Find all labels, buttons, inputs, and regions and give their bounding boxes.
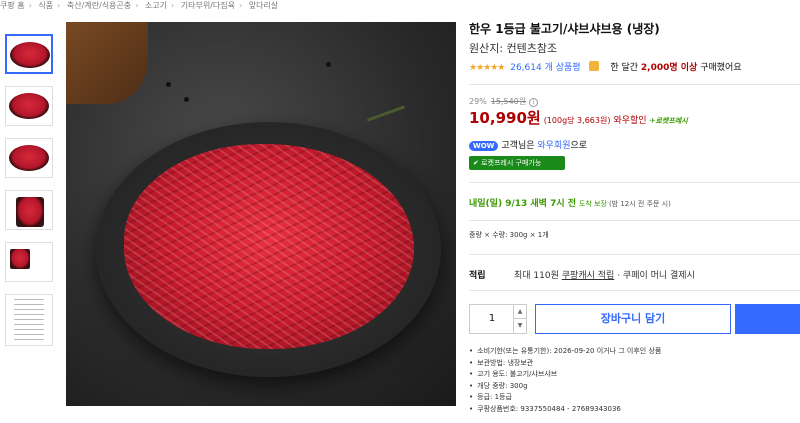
wow-text-prefix: 고객님은 [501, 141, 535, 151]
wow-text-suffix: 으로 [570, 141, 588, 151]
thumbnail-6[interactable] [5, 294, 53, 346]
delivery-date: 내일(일) 9/13 새벽 7시 전 [469, 199, 577, 209]
thumbnail-image [16, 197, 44, 227]
rating-row: ★★★★★ 26,614 개 상품평 한 달간 2,000명 이상 구매했어요 [469, 60, 742, 73]
divider [469, 220, 800, 221]
reward-prefix: 최대 110원 [514, 271, 559, 281]
delivery-info: 내일(일) 9/13 새벽 7시 전 도착 보장 (밤 12시 전 주문 시) [469, 196, 671, 209]
bought-count: 2,000명 이상 [640, 63, 698, 73]
breadcrumb-separator: › [57, 1, 61, 10]
review-count-link[interactable]: 26,614 개 상품평 [510, 63, 580, 73]
thumbnail-image [9, 145, 49, 171]
delivery-guarantee: 도착 보장 [578, 200, 607, 208]
shopping-bag-icon [589, 61, 600, 71]
divider [469, 290, 800, 291]
delivery-note: (밤 12시 전 주문 시) [608, 200, 671, 208]
breadcrumb-item[interactable]: 앞다리살 [249, 1, 278, 10]
wooden-bowl-decoration [66, 22, 148, 104]
detail-item: 소비기한(또는 유통기한): 2026-09-20 이거나 그 이후인 상품 [469, 346, 661, 358]
reward-info: 최대 110원 쿠팡캐시 적립 · 쿠페이 머니 결제시 [514, 268, 695, 281]
breadcrumb: 쿠팡 홈 › 식품 › 축산/계란/식용곤충 › 소고기 › 기타부위/다짐육 › 앞다리… [0, 0, 460, 12]
detail-item: 개당 중량: 300g [469, 381, 661, 393]
add-to-cart-button[interactable]: 장바구니 담기 [535, 304, 731, 334]
peppercorn-decoration [166, 82, 171, 87]
breadcrumb-separator: › [238, 1, 243, 10]
bought-prefix: 한 달간 [610, 63, 639, 73]
rating-stars: ★★★★★ [469, 63, 505, 73]
divider [469, 182, 800, 183]
thumbnail-image [10, 249, 30, 269]
price-row: 10,990원 (100g당 3,663원) 와우할인 ✈로켓프레시 [469, 107, 688, 128]
detail-item: 등급: 1등급 [469, 392, 661, 404]
quantity-buttons: ▲ ▼ [513, 305, 526, 333]
bought-suffix: 구매했어요 [700, 63, 742, 73]
purchase-count-text: 한 달간 2,000명 이상 구매했어요 [610, 63, 741, 73]
wow-membership-row: WOW 고객님은 와우회원으로 [469, 138, 587, 151]
final-price: 10,990원 [469, 109, 541, 127]
product-title: 한우 1등급 불고기/샤브샤브용 (냉장) [469, 22, 660, 36]
thumbnail-image [10, 42, 50, 68]
reward-suffix: · 쿠페이 머니 결제시 [617, 271, 695, 281]
wow-member-link[interactable]: 와우회원 [537, 141, 570, 151]
thumbnail-4[interactable] [5, 190, 53, 230]
divider [469, 254, 800, 255]
thumbnail-image [9, 93, 49, 119]
breadcrumb-item[interactable]: 소고기 [145, 1, 167, 10]
main-product-image [66, 22, 456, 406]
quantity-up-button[interactable]: ▲ [514, 305, 526, 319]
peppercorn-decoration [326, 62, 331, 67]
selected-option: 중량 × 수량: 300g × 1개 [469, 231, 549, 239]
wow-badge: WOW [469, 141, 499, 151]
thumbnail-doc-image [14, 299, 44, 343]
thumbnail-3[interactable] [5, 138, 53, 178]
coupang-cash-link[interactable]: 쿠팡캐시 적립 [562, 271, 615, 281]
herb-decoration [366, 105, 406, 122]
product-origin: 원산지: 컨텐츠참조 [469, 42, 558, 55]
breadcrumb-separator: › [28, 1, 32, 10]
original-price: 15,540원 [490, 97, 527, 106]
breadcrumb-item[interactable]: 식품 [38, 1, 53, 10]
thumbnail-1[interactable] [5, 34, 53, 74]
breadcrumb-item[interactable]: 쿠팡 홈 [0, 1, 25, 10]
discount-row: 29% 15,540원 i [469, 96, 539, 107]
rocket-fresh-button[interactable]: ✔ 로켓프레시 구매가능 [469, 156, 565, 170]
product-details-list: 소비기한(또는 유통기한): 2026-09-20 이거나 그 이후인 상품 보… [469, 346, 661, 415]
detail-item: 보관방법: 냉장보관 [469, 358, 661, 370]
peppercorn-decoration [184, 97, 189, 102]
unit-price: (100g당 3,663원) [543, 116, 611, 125]
buy-now-button[interactable] [735, 304, 800, 334]
breadcrumb-separator: › [135, 1, 139, 10]
divider [469, 84, 800, 85]
discount-rate: 29% [469, 97, 487, 106]
info-icon[interactable]: i [529, 98, 539, 107]
detail-item: 쿠팡상품번호: 9337550484 - 27689343036 [469, 404, 661, 416]
breadcrumb-item[interactable]: 축산/계란/식용곤충 [67, 1, 131, 10]
breadcrumb-item[interactable]: 기타부위/다짐육 [181, 1, 235, 10]
product-info-panel: 한우 1등급 불고기/샤브샤브용 (냉장) 원산지: 컨텐츠참조 ★★★★★ 2… [469, 0, 800, 423]
breadcrumb-separator: › [170, 1, 175, 10]
quantity-input[interactable]: 1 [470, 305, 514, 333]
beef-slices [124, 144, 414, 349]
thumbnail-list [5, 34, 53, 358]
rocket-fresh-badge: ✈로켓프레시 [649, 117, 688, 125]
thumbnail-2[interactable] [5, 86, 53, 126]
wow-discount-label: 와우할인 [613, 116, 647, 126]
thumbnail-5[interactable] [5, 242, 53, 282]
quantity-stepper: 1 ▲ ▼ [469, 304, 527, 334]
detail-item: 고기 용도: 불고기/샤브샤브 [469, 369, 661, 381]
reward-label: 적립 [469, 271, 486, 281]
quantity-down-button[interactable]: ▼ [514, 319, 526, 333]
